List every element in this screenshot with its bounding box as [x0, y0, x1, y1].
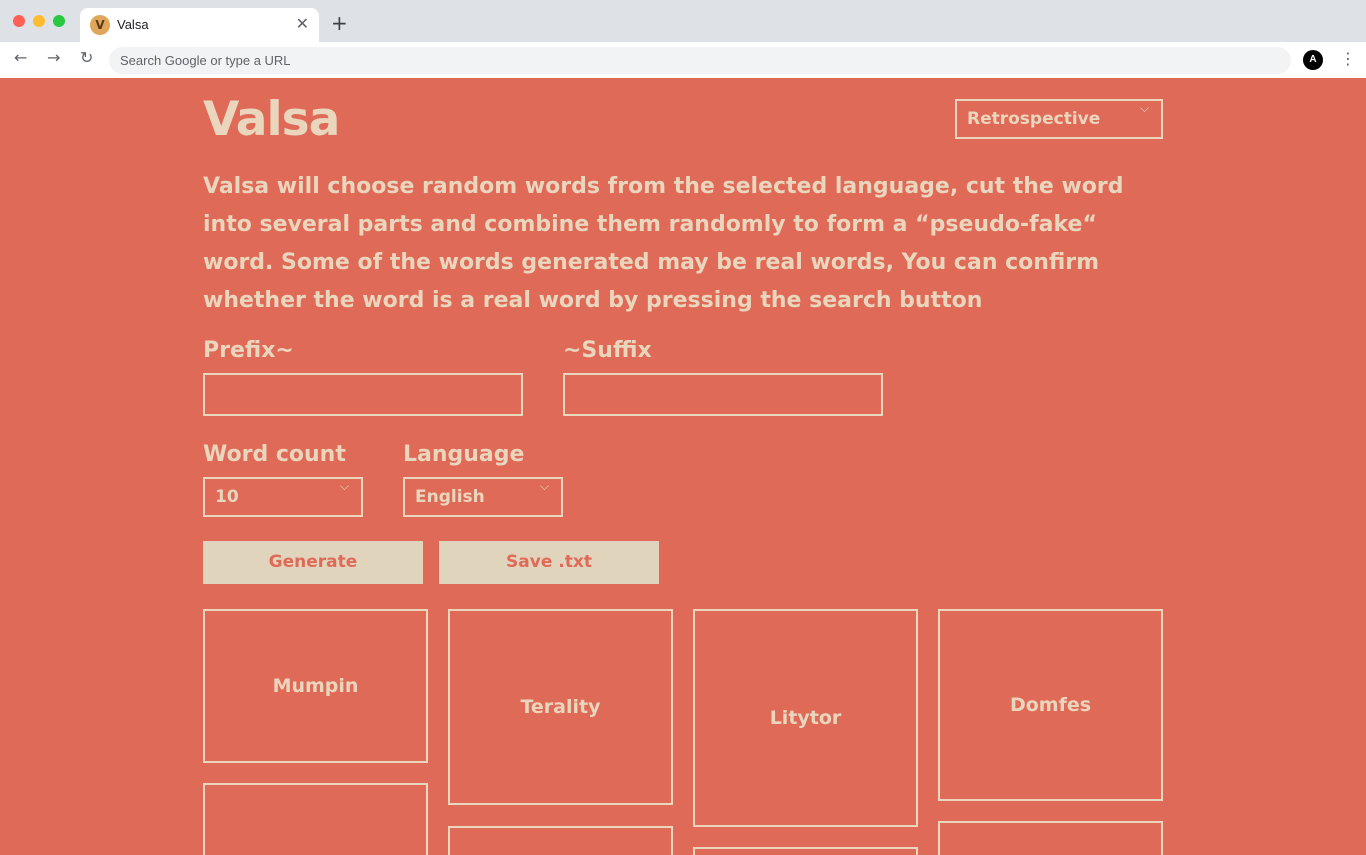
- chevron-down-icon: ⌵: [339, 479, 349, 493]
- app-title: Valsa: [203, 92, 340, 147]
- minimize-window-button[interactable]: [33, 15, 45, 27]
- new-tab-icon[interactable]: +: [331, 11, 348, 35]
- word-card[interactable]: Litytor: [693, 609, 918, 827]
- close-window-button[interactable]: [13, 15, 25, 27]
- save-txt-button[interactable]: Save .txt: [439, 541, 659, 584]
- prefix-input[interactable]: [203, 373, 523, 416]
- favicon-icon: V: [90, 15, 110, 35]
- maximize-window-button[interactable]: [53, 15, 65, 27]
- suffix-label: ~Suffix: [563, 338, 652, 363]
- word-count-dropdown[interactable]: 10 ⌵: [203, 477, 363, 517]
- language-value: English: [415, 487, 485, 507]
- browser-menu-icon[interactable]: ⋮: [1340, 49, 1356, 68]
- theme-dropdown-value: Retrospective: [967, 109, 1101, 129]
- word-card[interactable]: Domfes: [938, 609, 1163, 801]
- close-tab-icon[interactable]: ✕: [296, 14, 309, 33]
- word-card[interactable]: [938, 821, 1163, 855]
- suffix-input[interactable]: [563, 373, 883, 416]
- language-label: Language: [403, 442, 525, 467]
- profile-avatar[interactable]: A: [1303, 50, 1323, 70]
- tab-title: Valsa: [117, 17, 149, 32]
- language-dropdown[interactable]: English ⌵: [403, 477, 563, 517]
- back-arrow-icon[interactable]: ←: [14, 48, 27, 67]
- browser-chrome: V Valsa ✕ + ← → ↻ A ⋮: [0, 0, 1366, 78]
- theme-dropdown[interactable]: Retrospective ⌵: [955, 99, 1163, 139]
- word-card[interactable]: [203, 783, 428, 855]
- app-description: Valsa will choose random words from the …: [203, 174, 1124, 313]
- word-card[interactable]: [448, 826, 673, 855]
- word-card[interactable]: Terality: [448, 609, 673, 805]
- generate-button[interactable]: Generate: [203, 541, 423, 584]
- page-content: Valsa Retrospective ⌵ Valsa will choose …: [0, 78, 1366, 855]
- browser-tab[interactable]: V Valsa ✕: [80, 8, 319, 42]
- word-count-label: Word count: [203, 442, 346, 467]
- forward-arrow-icon[interactable]: →: [47, 48, 60, 67]
- chevron-down-icon: ⌵: [1139, 101, 1149, 115]
- reload-icon[interactable]: ↻: [80, 48, 93, 67]
- tab-strip: V Valsa ✕ +: [0, 0, 1366, 42]
- word-count-value: 10: [215, 487, 239, 507]
- address-bar[interactable]: [109, 47, 1291, 74]
- prefix-label: Prefix~: [203, 338, 294, 363]
- word-card[interactable]: [693, 847, 918, 855]
- word-card[interactable]: Mumpin: [203, 609, 428, 763]
- chevron-down-icon: ⌵: [539, 479, 549, 493]
